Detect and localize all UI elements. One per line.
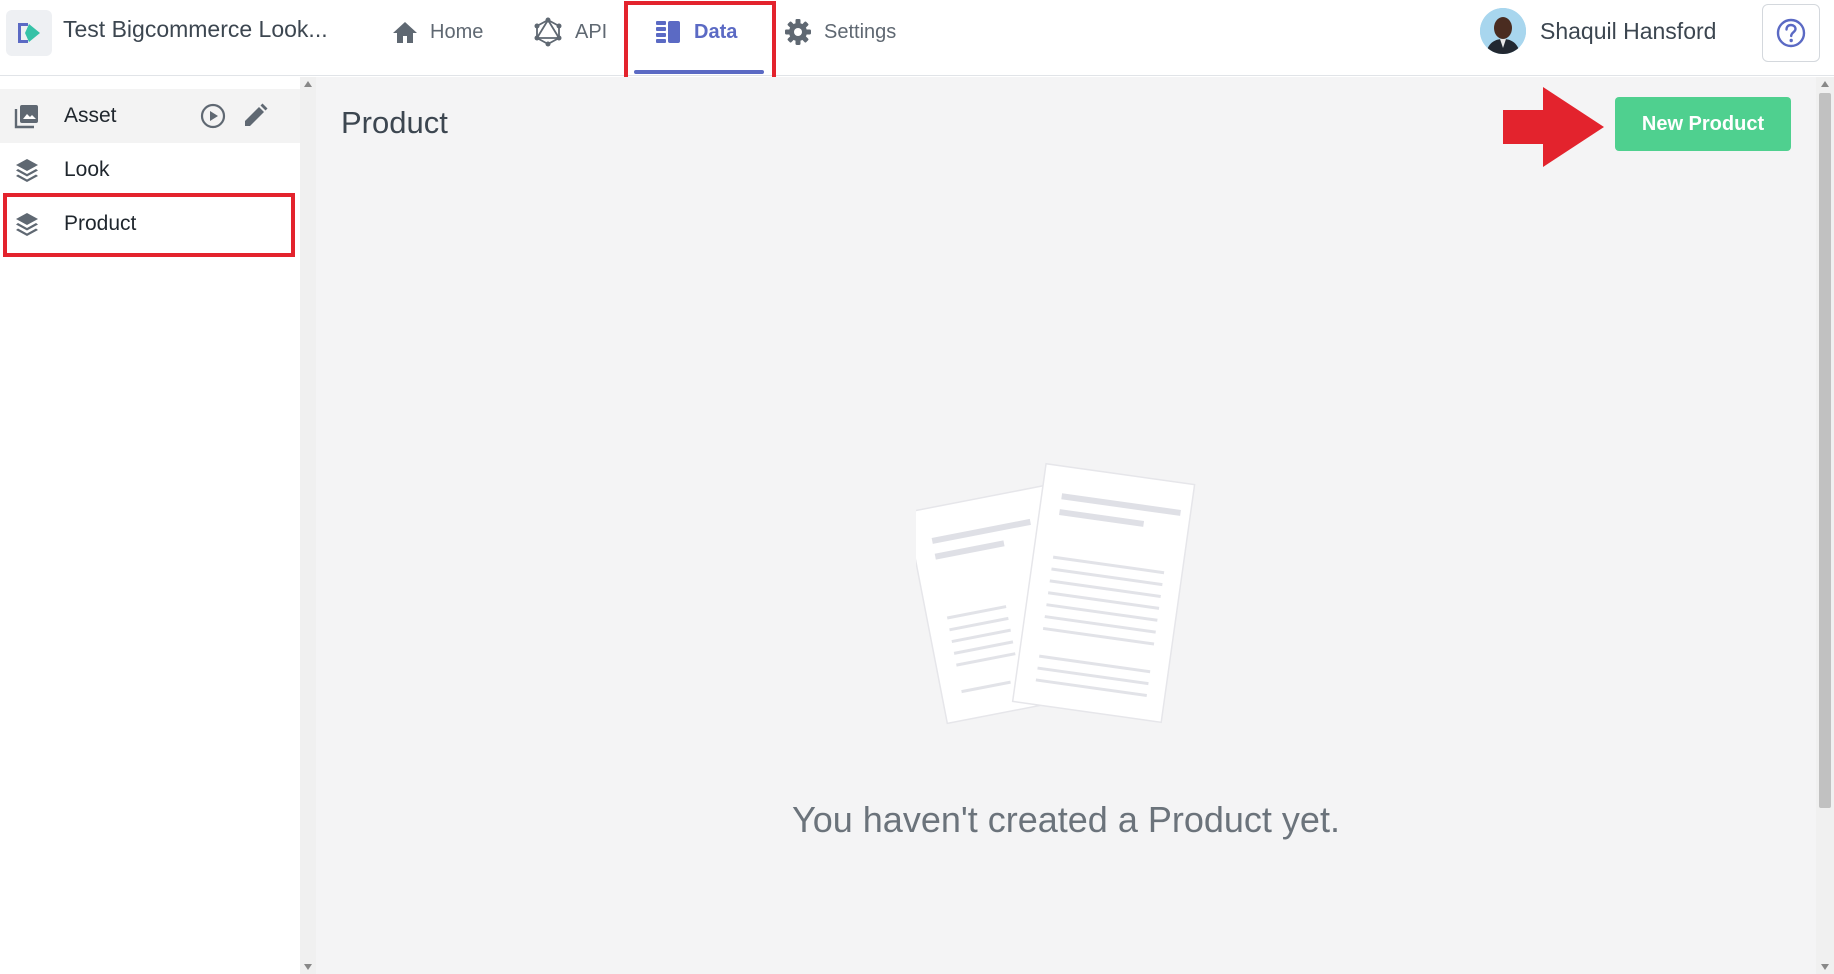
layers-icon	[16, 159, 38, 182]
pencil-icon[interactable]	[242, 103, 268, 129]
annotation-arrow-icon	[1503, 87, 1604, 167]
gear-icon	[785, 19, 811, 45]
sidebar-item-look[interactable]: Look	[0, 143, 300, 197]
app-logo-icon[interactable]	[6, 10, 52, 56]
image-icon	[14, 105, 38, 129]
new-product-button[interactable]: New Product	[1615, 97, 1791, 151]
page-title: Product	[341, 105, 448, 140]
scroll-up-arrow-icon[interactable]	[304, 81, 312, 87]
annotation-highlight-product	[3, 193, 295, 257]
home-icon	[393, 22, 417, 43]
nav-home-label: Home	[430, 20, 484, 43]
help-button[interactable]	[1762, 4, 1820, 62]
sidebar-item-label: Look	[64, 158, 110, 181]
sidebar-item-asset[interactable]: Asset	[0, 89, 300, 143]
scrollbar-thumb[interactable]	[1819, 93, 1831, 808]
nav-settings[interactable]: Settings	[784, 12, 896, 52]
nav-settings-label: Settings	[824, 20, 897, 43]
top-bar: Test Bigcommerce Look... Home API Data S…	[0, 0, 1834, 76]
sidebar-scrollbar[interactable]	[300, 77, 316, 974]
main-content: Product New Product You haven't created …	[316, 77, 1816, 974]
user-menu[interactable]: Shaquil Hansford	[1480, 8, 1716, 54]
empty-state-message: You haven't created a Product yet.	[792, 799, 1340, 840]
nav-api-label: API	[575, 20, 608, 43]
nav-api[interactable]: API	[533, 12, 607, 52]
avatar	[1480, 8, 1526, 54]
scroll-up-arrow-icon[interactable]	[1821, 81, 1829, 87]
play-circle-icon[interactable]	[200, 103, 226, 129]
sidebar-item-label: Asset	[64, 104, 117, 127]
user-name: Shaquil Hansford	[1540, 17, 1717, 44]
help-icon	[1776, 18, 1806, 48]
graphql-icon	[534, 17, 562, 47]
scroll-down-arrow-icon[interactable]	[304, 964, 312, 970]
nav-home[interactable]: Home	[392, 12, 483, 52]
project-name[interactable]: Test Bigcommerce Look...	[63, 16, 328, 43]
main-scrollbar[interactable]	[1816, 77, 1834, 974]
empty-documents-illustration-icon	[916, 462, 1196, 725]
scroll-down-arrow-icon[interactable]	[1821, 964, 1829, 970]
